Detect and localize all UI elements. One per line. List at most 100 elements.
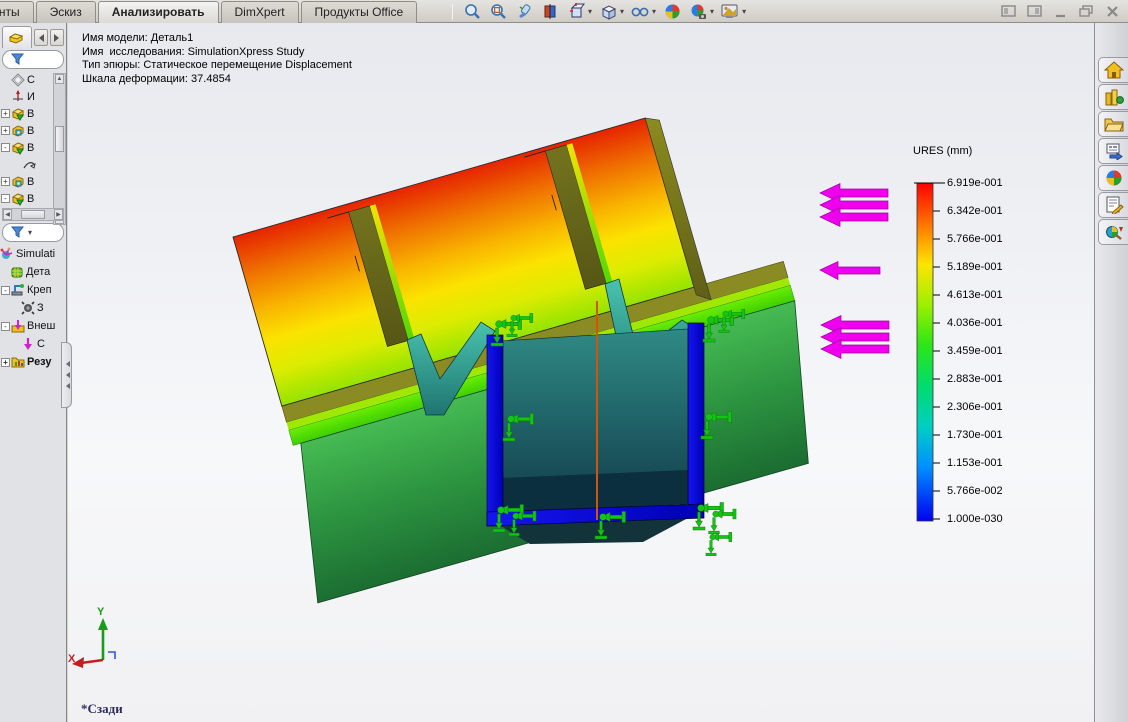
viewport-canvas[interactable] bbox=[68, 23, 1094, 722]
view-settings-icon[interactable] bbox=[688, 2, 708, 21]
origin-icon bbox=[11, 90, 25, 104]
resources-button[interactable] bbox=[1098, 57, 1128, 83]
plane-icon bbox=[11, 73, 25, 87]
tab-analyze[interactable]: Анализировать bbox=[98, 1, 219, 23]
tree-item-force[interactable]: С bbox=[0, 335, 66, 353]
view-orientation-icon[interactable] bbox=[566, 2, 586, 21]
scroll-thumb[interactable] bbox=[55, 126, 64, 152]
expander-icon[interactable]: + bbox=[1, 109, 10, 118]
tree-item-external-loads[interactable]: - Внеш bbox=[0, 317, 66, 335]
custom-properties-icon bbox=[1104, 196, 1124, 214]
graphics-viewport[interactable]: Имя модели: Деталь1 Имя исследования: Si… bbox=[68, 23, 1094, 722]
tab-sketch[interactable]: Эскиз bbox=[36, 1, 96, 23]
left-arrow-icon bbox=[35, 34, 44, 42]
tree-item-label: В bbox=[27, 125, 34, 137]
min-displacement-column-left bbox=[487, 335, 503, 526]
feature-manager-tab[interactable] bbox=[2, 26, 32, 48]
design-library-button[interactable] bbox=[1098, 84, 1128, 110]
simulation-tree-filter[interactable]: ▾ bbox=[2, 223, 64, 242]
tree-item-label: Simulati bbox=[16, 248, 55, 260]
view-palette-icon bbox=[1104, 142, 1124, 160]
zoom-in-out-icon[interactable] bbox=[514, 2, 534, 21]
external-loads-icon bbox=[11, 319, 25, 333]
zoom-to-fit-icon[interactable] bbox=[462, 2, 482, 21]
zoom-to-area-icon[interactable] bbox=[488, 2, 508, 21]
legend-value: 4.613e-001 bbox=[947, 281, 1003, 309]
feature-tree-hscrollbar[interactable]: ◀ ▶ bbox=[2, 208, 64, 221]
file-explorer-button[interactable] bbox=[1098, 111, 1128, 137]
filter-funnel-icon bbox=[11, 53, 24, 66]
panel-right-icon[interactable] bbox=[1025, 3, 1044, 19]
display-style-dropdown-icon[interactable]: ▾ bbox=[620, 7, 624, 16]
panel-flyout-handle[interactable] bbox=[61, 342, 72, 408]
design-library-icon bbox=[1104, 88, 1124, 106]
hide-show-items-icon[interactable] bbox=[630, 2, 650, 21]
feature-tree-vscrollbar[interactable]: ▲ ▼ bbox=[53, 73, 66, 225]
tree-item-label: С bbox=[27, 74, 35, 86]
scroll-left-icon[interactable]: ◀ bbox=[3, 209, 12, 220]
expander-icon[interactable]: - bbox=[1, 194, 10, 203]
view-orientation-dropdown-icon[interactable]: ▾ bbox=[588, 7, 592, 16]
section-view-icon[interactable] bbox=[540, 2, 560, 21]
force-arrow-icon bbox=[21, 337, 35, 351]
tree-item-label: С bbox=[37, 338, 45, 350]
view-settings-dropdown-icon[interactable]: ▾ bbox=[710, 7, 714, 16]
tree-item-study[interactable]: Simulati bbox=[0, 245, 66, 263]
expander-icon[interactable]: - bbox=[1, 286, 10, 295]
tab-office-products[interactable]: Продукты Office bbox=[301, 1, 418, 23]
scroll-right-icon[interactable]: ▶ bbox=[54, 209, 63, 220]
tree-item-label: В bbox=[27, 142, 34, 154]
scroll-up-icon[interactable]: ▲ bbox=[55, 74, 64, 84]
edit-appearance-icon[interactable] bbox=[720, 2, 740, 21]
expander-icon[interactable]: + bbox=[1, 358, 10, 367]
deformation-scale-text: Шкала деформации: 37.4854 bbox=[82, 73, 352, 87]
collapse-left-icon bbox=[63, 361, 70, 367]
tree-item-part[interactable]: Дета bbox=[0, 263, 66, 281]
filter-dropdown-icon[interactable]: ▾ bbox=[28, 228, 32, 237]
view-palette-button[interactable] bbox=[1098, 138, 1128, 164]
tree-item-fixtures[interactable]: - Креп bbox=[0, 281, 66, 299]
tree-item-label: В bbox=[27, 108, 34, 120]
legend-value: 4.036e-001 bbox=[947, 309, 1003, 337]
plot-type-text: Тип эпюры: Статическое перемещение Displ… bbox=[82, 59, 352, 73]
y-axis-arrow bbox=[98, 618, 108, 630]
expander-icon[interactable]: + bbox=[1, 126, 10, 135]
collapse-left-icon bbox=[63, 372, 70, 378]
appearances-scenes-button[interactable] bbox=[1098, 165, 1128, 191]
tab-dimxpert[interactable]: DimXpert bbox=[221, 1, 299, 23]
panel-next-button[interactable] bbox=[50, 29, 64, 46]
tree-item-fixed-geometry[interactable]: З bbox=[0, 299, 66, 317]
hide-show-dropdown-icon[interactable]: ▾ bbox=[652, 7, 656, 16]
tree-item-label: Резу bbox=[27, 356, 52, 368]
feature-tree-filter[interactable] bbox=[2, 50, 64, 69]
panel-left-icon[interactable] bbox=[999, 3, 1018, 19]
close-icon[interactable] bbox=[1103, 3, 1122, 19]
boss-extrude-icon bbox=[11, 107, 25, 121]
legend-value: 1.730e-001 bbox=[947, 421, 1003, 449]
boss-extrude-icon bbox=[11, 175, 25, 189]
apply-scene-icon[interactable] bbox=[662, 2, 682, 21]
display-style-icon[interactable] bbox=[598, 2, 618, 21]
expander-icon[interactable]: - bbox=[1, 322, 10, 331]
legend-value: 6.919e-001 bbox=[947, 169, 1003, 197]
tree-item-label: И bbox=[27, 91, 35, 103]
restore-icon[interactable] bbox=[1077, 3, 1096, 19]
tab-elements[interactable]: менты bbox=[0, 1, 34, 23]
panel-prev-button[interactable] bbox=[34, 29, 48, 46]
panel-tab-strip bbox=[0, 23, 66, 48]
minimize-icon[interactable] bbox=[1051, 3, 1070, 19]
z-axis-glyph bbox=[108, 652, 115, 659]
expander-icon[interactable]: + bbox=[1, 177, 10, 186]
edit-appearance-dropdown-icon[interactable]: ▾ bbox=[742, 7, 746, 16]
boss-extrude-icon bbox=[11, 124, 25, 138]
scroll-thumb[interactable] bbox=[21, 210, 45, 219]
custom-properties-button[interactable] bbox=[1098, 192, 1128, 218]
legend-value: 5.189e-001 bbox=[947, 253, 1003, 281]
boss-extrude-icon bbox=[11, 141, 25, 155]
expander-icon[interactable]: - bbox=[1, 143, 10, 152]
tree-item-results[interactable]: + Резу bbox=[0, 353, 66, 371]
appearance-tools-button[interactable] bbox=[1098, 219, 1128, 245]
fixtures-icon bbox=[11, 283, 25, 297]
folder-icon bbox=[1104, 115, 1124, 133]
legend-value: 2.883e-001 bbox=[947, 365, 1003, 393]
